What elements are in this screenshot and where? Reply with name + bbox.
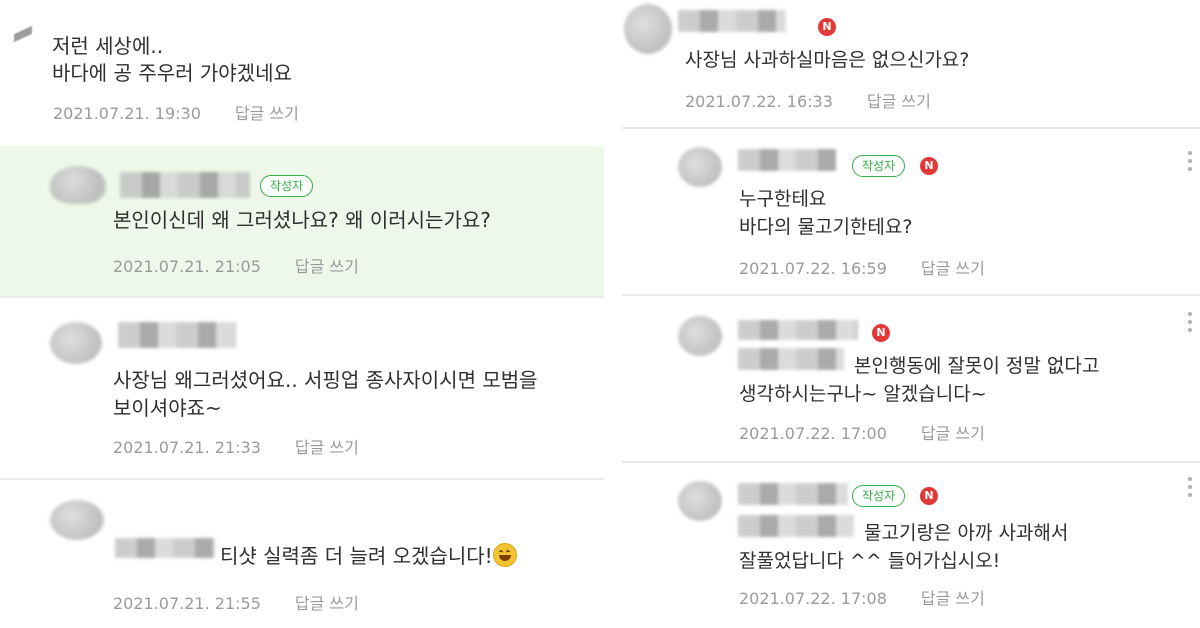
comment-meta: 2021.07.22. 16:33 답글 쓰기 (685, 88, 931, 112)
comment-text-line: 잘풀었답니다 ^^ 들어가십시오! (739, 550, 1001, 572)
comment-item: 작성자 N 누구한테요 바다의 물고기한테요? 2021.07.22. 16:5… (622, 129, 1200, 294)
comment-text-line: 보이셔야죠~ (113, 396, 222, 420)
author-badge: 작성자 (260, 175, 314, 197)
avatar (678, 316, 722, 356)
reply-link[interactable]: 답글 쓰기 (867, 92, 931, 111)
comment-text-line: 본인이신데 왜 그러셨나요? 왜 이러시는가요? (113, 208, 491, 232)
comment-date: 2021.07.22. 17:08 (739, 589, 887, 608)
comment-text-line: 누구한테요 (739, 188, 827, 210)
new-badge: N (872, 324, 890, 342)
comment-text-line: 사장님 왜그러셨어요.. 서핑업 종사자이시면 모범을 (113, 368, 538, 392)
redacted-mention (738, 515, 854, 537)
redacted-username (115, 538, 215, 558)
redacted-mention (738, 348, 844, 370)
comment-date: 2021.07.21. 21:05 (113, 257, 261, 276)
reply-link[interactable]: 답글 쓰기 (921, 424, 985, 443)
comment-text: 티샷 실력좀 더 늘려 오겠습니다! (220, 544, 493, 568)
comment-text-line: 사장님 사과하실마음은 없으신가요? (685, 49, 970, 71)
comment-date: 2021.07.22. 16:33 (685, 92, 833, 111)
panel-gap (604, 0, 622, 628)
avatar (14, 25, 32, 43)
avatar (678, 147, 722, 187)
comment-meta: 2021.07.21. 19:30 답글 쓰기 (53, 100, 299, 124)
comment-meta: 2021.07.21. 21:33 답글 쓰기 (113, 434, 359, 458)
right-screenshot-panel: N 사장님 사과하실마음은 없으신가요? 2021.07.22. 16:33 답글… (622, 0, 1200, 628)
reply-link[interactable]: 답글 쓰기 (235, 104, 299, 123)
comment-meta: 2021.07.22. 17:00 답글 쓰기 (739, 420, 985, 444)
comment-item: 작성자 본인이신데 왜 그러셨나요? 왜 이러시는가요? 2021.07.21.… (0, 146, 604, 296)
avatar (678, 481, 722, 521)
comment-date: 2021.07.21. 19:30 (53, 104, 201, 123)
comment-date: 2021.07.22. 17:00 (739, 424, 887, 443)
comment-text-line: 물고기랑은 아까 사과해서 (864, 522, 1069, 544)
comment-date: 2021.07.21. 21:33 (113, 438, 261, 457)
avatar (50, 322, 102, 364)
redacted-username (118, 322, 236, 348)
comment-meta: 2021.07.21. 21:05 답글 쓰기 (113, 253, 359, 277)
comment-item: 티샷 실력좀 더 늘려 오겠습니다! 2021.07.21. 21:55 답글 쓰… (0, 480, 604, 628)
avatar (50, 166, 106, 204)
comment-text-line: 바다에 공 주우러 가야겠네요 (52, 61, 292, 85)
smile-emoji-icon (492, 543, 517, 567)
comment-meta: 2021.07.22. 17:08 답글 쓰기 (739, 585, 985, 609)
reply-link[interactable]: 답글 쓰기 (295, 257, 359, 276)
redacted-username (120, 172, 250, 198)
new-badge: N (920, 157, 938, 175)
comment-item: N 사장님 사과하실마음은 없으신가요? 2021.07.22. 16:33 답글… (622, 0, 1200, 127)
reply-link[interactable]: 답글 쓰기 (295, 594, 359, 613)
new-badge: N (818, 18, 836, 36)
avatar (50, 500, 104, 540)
comment-item: 사장님 왜그러셨어요.. 서핑업 종사자이시면 모범을 보이셔야죠~ 2021.… (0, 298, 604, 478)
author-badge: 작성자 (852, 485, 906, 507)
comment-item: 작성자 N 물고기랑은 아까 사과해서 잘풀었답니다 ^^ 들어가십시오! 20… (622, 463, 1200, 628)
reply-link[interactable]: 답글 쓰기 (295, 438, 359, 457)
comment-date: 2021.07.21. 21:55 (113, 594, 261, 613)
author-badge: 작성자 (852, 155, 906, 177)
reply-link[interactable]: 답글 쓰기 (921, 259, 985, 278)
more-options-icon[interactable] (1188, 151, 1192, 175)
more-options-icon[interactable] (1188, 312, 1192, 336)
left-screenshot-panel: 저런 세상에.. 바다에 공 주우러 가야겠네요 2021.07.21. 19:… (0, 0, 604, 628)
redacted-username (738, 149, 836, 171)
avatar (624, 4, 672, 54)
redacted-username (678, 10, 786, 32)
comment-meta: 2021.07.22. 16:59 답글 쓰기 (739, 255, 985, 279)
comment-text-line: 본인행동에 잘못이 정말 없다고 (854, 355, 1100, 377)
comment-item: 저런 세상에.. 바다에 공 주우러 가야겠네요 2021.07.21. 19:… (0, 0, 604, 145)
comment-text-line: 저런 세상에.. (52, 34, 164, 58)
comment-text-line: 티샷 실력좀 더 늘려 오겠습니다! (220, 542, 517, 571)
reply-link[interactable]: 답글 쓰기 (921, 589, 985, 608)
new-badge: N (920, 487, 938, 505)
redacted-username (738, 483, 848, 505)
comment-text-line: 바다의 물고기한테요? (739, 216, 913, 238)
comment-text-line: 생각하시는구나~ 알겠습니다~ (739, 383, 987, 405)
comment-item: N 본인행동에 잘못이 정말 없다고 생각하시는구나~ 알겠습니다~ 2021.… (622, 296, 1200, 461)
comment-meta: 2021.07.21. 21:55 답글 쓰기 (113, 590, 359, 614)
more-options-icon[interactable] (1188, 477, 1192, 501)
redacted-username (738, 320, 858, 340)
comment-date: 2021.07.22. 16:59 (739, 259, 887, 278)
